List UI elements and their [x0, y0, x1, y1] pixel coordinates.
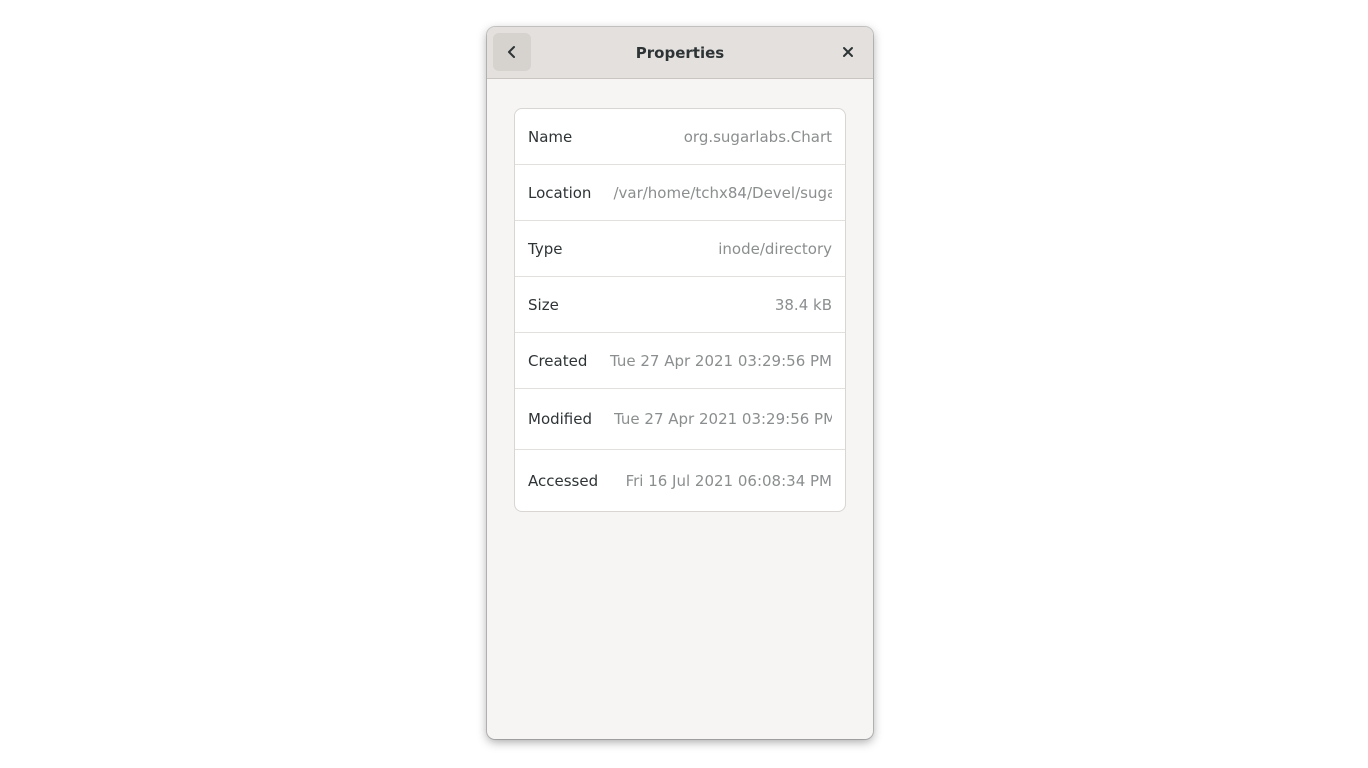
property-value: inode/directory — [718, 239, 832, 258]
property-label: Accessed — [528, 471, 599, 490]
property-value: Tue 27 Apr 2021 03:29:56 PM — [614, 410, 832, 428]
property-row-name: Name org.sugarlabs.Chart — [515, 109, 845, 165]
properties-list: Name org.sugarlabs.Chart Location /var/h… — [514, 108, 846, 512]
property-label: Created — [528, 351, 588, 370]
property-value: /var/home/tchx84/Devel/sugar — [613, 183, 832, 202]
property-row-created: Created Tue 27 Apr 2021 03:29:56 PM — [515, 333, 845, 389]
headerbar: Properties — [487, 27, 873, 79]
property-label: Modified — [528, 410, 593, 428]
close-button[interactable] — [829, 33, 867, 71]
property-value: Tue 27 Apr 2021 03:29:56 PM — [609, 351, 832, 370]
close-icon — [843, 47, 853, 57]
window-title: Properties — [635, 44, 725, 62]
property-label: Type — [528, 239, 563, 258]
property-row-type: Type inode/directory — [515, 221, 845, 277]
properties-window: Properties Name org.sugarlabs.Chart Loca… — [487, 27, 873, 739]
property-row-size: Size 38.4 kB — [515, 277, 845, 333]
property-row-modified: Modified Tue 27 Apr 2021 03:29:56 PM — [515, 389, 845, 450]
property-row-accessed: Accessed Fri 16 Jul 2021 06:08:34 PM — [515, 450, 845, 511]
property-label: Location — [528, 183, 592, 202]
property-value: org.sugarlabs.Chart — [683, 127, 832, 146]
property-row-location: Location /var/home/tchx84/Devel/sugar — [515, 165, 845, 221]
property-label: Name — [528, 127, 573, 146]
back-button[interactable] — [493, 33, 531, 71]
property-value: Fri 16 Jul 2021 06:08:34 PM — [625, 471, 832, 490]
property-value: 38.4 kB — [774, 295, 832, 314]
property-label: Size — [528, 295, 559, 314]
chevron-left-icon — [508, 46, 515, 58]
